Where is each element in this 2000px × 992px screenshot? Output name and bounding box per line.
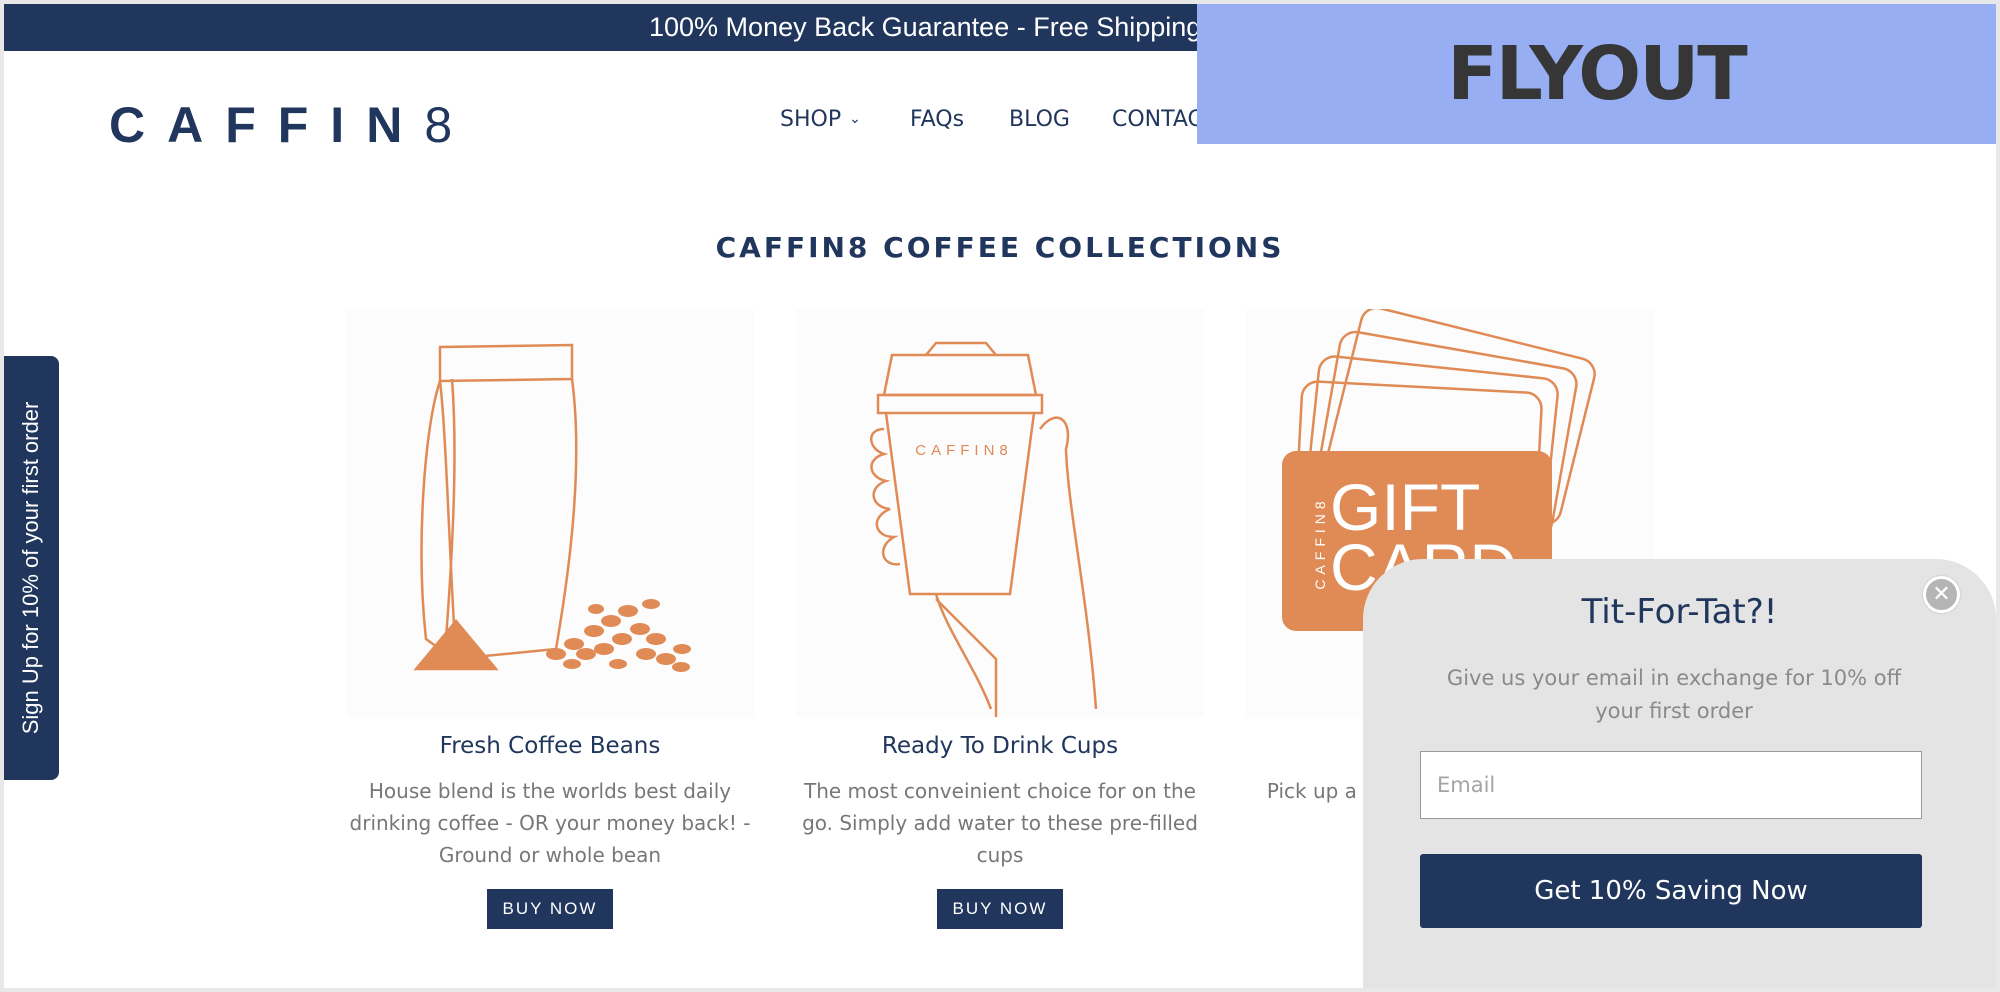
card-title: Fresh Coffee Beans bbox=[439, 733, 661, 759]
coffee-bag-image[interactable] bbox=[346, 309, 754, 717]
nav-contact[interactable]: CONTACT bbox=[1112, 107, 1197, 132]
nav-shop-label: SHOP bbox=[780, 107, 842, 132]
flyout-banner: FLYOUT bbox=[1197, 4, 1996, 144]
logo-digit: 8 bbox=[424, 97, 453, 153]
collection-card-cups: CAFFIN8 Ready To Drink Cups The most con… bbox=[796, 309, 1204, 871]
chevron-down-icon: ⌄ bbox=[849, 111, 861, 127]
nav-shop[interactable]: SHOP ⌄ bbox=[780, 107, 861, 132]
buy-now-button-beans[interactable]: BUY NOW bbox=[487, 889, 613, 929]
gift-card-brand: CAFFIN8 bbox=[1312, 496, 1328, 590]
get-saving-button[interactable]: Get 10% Saving Now bbox=[1420, 854, 1922, 928]
signup-side-tab[interactable]: Sign Up for 10% of your first order bbox=[4, 356, 59, 780]
announcement-text: 100% Money Back Guarantee - Free Shippin… bbox=[649, 12, 1202, 42]
cup-brand-label: CAFFIN8 bbox=[915, 442, 1013, 459]
nav-blog[interactable]: BLOG bbox=[1009, 107, 1070, 132]
signup-side-tab-label: Sign Up for 10% of your first order bbox=[18, 401, 43, 735]
logo-text: CAFFIN bbox=[109, 97, 425, 153]
card-description: The most conveinient choice for on the g… bbox=[802, 779, 1198, 867]
nav-faqs[interactable]: FAQs bbox=[910, 107, 964, 132]
page: 100% Money Back Guarantee - Free Shippin… bbox=[4, 4, 1996, 988]
email-field[interactable] bbox=[1420, 751, 1922, 819]
section-title: CAFFIN8 COFFEE COLLECTIONS bbox=[715, 231, 1285, 264]
card-title: Ready To Drink Cups bbox=[881, 733, 1119, 759]
buy-now-button-cups[interactable]: BUY NOW bbox=[937, 889, 1063, 929]
logo[interactable]: CAFFIN8 bbox=[109, 96, 452, 154]
coffee-cup-image[interactable]: CAFFIN8 bbox=[796, 309, 1204, 717]
popup-title: Tit-For-Tat?! bbox=[1581, 592, 1778, 632]
collection-card-beans: Fresh Coffee Beans House blend is the wo… bbox=[346, 309, 754, 871]
card-description: House blend is the worlds best daily dri… bbox=[349, 779, 751, 867]
popup-description: Give us your email in exchange for 10% o… bbox=[1446, 666, 1902, 723]
